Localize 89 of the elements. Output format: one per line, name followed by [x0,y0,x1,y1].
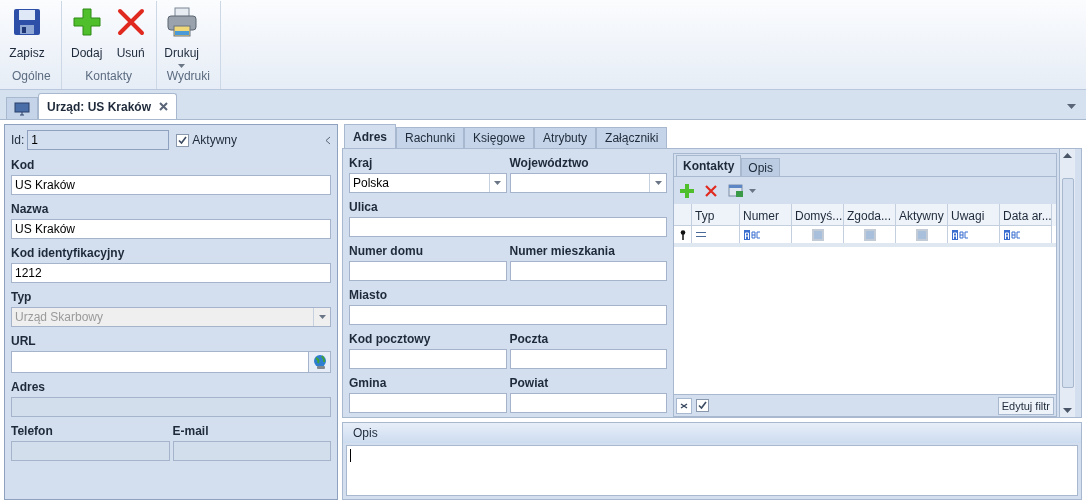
caret-icon [749,188,756,193]
text-field[interactable] [509,393,667,413]
id-field[interactable]: 1 [27,130,170,150]
tab[interactable]: Atrybuty [534,127,597,148]
checkbox-label: Aktywny [192,132,238,149]
text-field[interactable]: US Kraków [11,175,331,195]
tab[interactable]: Załączniki [596,127,668,148]
column-header[interactable]: Aktywny [896,204,948,226]
clear-filter-icon[interactable] [680,402,688,409]
key-icon [679,229,686,240]
url-field[interactable] [11,351,309,373]
export-icon[interactable] [728,183,744,198]
column-header[interactable]: Zgoda... [844,204,896,226]
field-label: E-mail [172,423,209,439]
tab[interactable]: Opis [741,158,781,176]
ribbon-button[interactable]: Drukuj [160,6,203,68]
group-label: Wydruki [165,69,211,83]
field-label: Gmina [349,375,387,391]
column-header[interactable]: Domyś... [792,204,844,226]
close-icon[interactable] [159,102,169,111]
plus-icon [71,7,102,37]
caret-icon [318,315,326,319]
field-label: Miasto [349,287,387,303]
scrollbar[interactable] [1059,149,1075,417]
field-label: Numer mieszkania [509,243,615,259]
field-label: Ulica [349,199,378,215]
monitor-icon [14,101,30,116]
caret-icon[interactable] [1067,104,1076,109]
equals-icon [696,232,706,237]
text-field[interactable] [509,349,667,369]
group-label: Kontakty [84,69,134,83]
checkbox[interactable] [863,228,876,241]
globe-icon [311,354,328,370]
checkbox[interactable] [811,228,824,241]
section-header: Opis [353,425,378,442]
column-header[interactable]: Uwagi [948,204,1000,226]
tab[interactable]: Kontakty [676,155,742,176]
home-tab[interactable] [6,97,38,119]
checkbox[interactable] [915,228,928,241]
dropdown-field[interactable] [509,173,667,193]
description-field[interactable] [346,445,1078,496]
caret-icon [654,181,662,185]
scroll-down-icon[interactable] [1063,408,1072,413]
close-icon[interactable] [704,183,718,198]
tab[interactable]: Adres [344,124,396,148]
text-field[interactable] [509,261,667,281]
text-field[interactable] [349,261,507,281]
field-label: Numer domu [349,243,423,259]
group-label: Ogólne [11,69,52,83]
tab[interactable]: Księgowe [464,127,535,148]
ribbon-button[interactable]: Usuń [109,6,152,60]
field-label: Typ [11,289,32,305]
field-label: Kod [11,157,35,173]
field-label: URL [11,333,36,349]
field-label: Telefon [11,423,53,439]
plus-icon[interactable] [680,183,694,198]
text-field[interactable] [349,349,507,369]
text-field[interactable] [349,305,667,325]
close-icon [115,7,146,37]
text-field[interactable] [349,393,507,413]
collapse-icon[interactable] [325,135,331,145]
text-field[interactable]: US Kraków [11,219,331,239]
edit-filter-button[interactable]: Edytuj filtr [997,396,1054,415]
field-label: Powiat [509,375,549,391]
field-label: Kraj [349,155,373,171]
tab[interactable]: Rachunki [396,127,465,148]
field-label: Województwo [509,155,589,171]
field-label: Kod pocztowy [349,331,431,347]
field-label: Adres [11,379,45,395]
scroll-up-icon[interactable] [1063,153,1072,158]
caret-icon [178,64,186,68]
field-label: Kod identyfikacyjny [11,245,125,261]
id-label: Id: [11,132,25,149]
checkbox[interactable] [176,133,190,147]
ribbon-button[interactable]: Zapisz [6,6,48,60]
column-header[interactable]: Typ [692,204,740,226]
text-field[interactable]: 1212 [11,263,331,283]
dropdown-field[interactable]: Polska [349,173,507,193]
field-label: Nazwa [11,201,49,217]
text-field[interactable] [349,217,667,237]
column-header[interactable]: Numer [740,204,792,226]
ribbon-button[interactable]: Dodaj [65,6,108,60]
filter-checkbox[interactable] [696,399,709,412]
caret-icon [494,181,501,185]
field-label: Poczta [509,331,549,347]
document-tab[interactable]: Urząd: US Kraków [38,93,178,119]
globe-button[interactable] [309,351,331,373]
printer-icon [165,6,198,38]
column-header[interactable]: Data ar... [1000,204,1052,226]
